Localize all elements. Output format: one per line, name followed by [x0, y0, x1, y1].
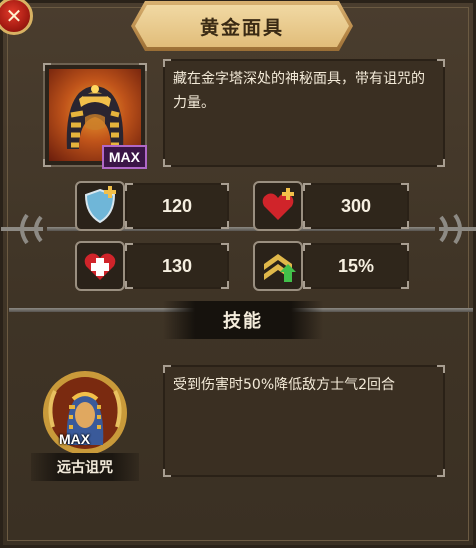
skill-name: 远古诅咒 [57, 460, 113, 476]
right-rod-hook [435, 209, 476, 249]
close-button[interactable]: ✕ [0, 0, 33, 35]
item-detail-window: 黄金面具 ✕ MAX 藏在金字塔深处的神秘面具，带有诅咒的力量。 120 300… [0, 0, 476, 548]
stat-health-value: 300 [340, 195, 372, 216]
stat-health-box: 300 [303, 183, 409, 229]
stat-morale-box: 15% [303, 243, 409, 289]
skill-name-plate: 远古诅咒 [31, 453, 139, 481]
item-max-badge: MAX [101, 145, 147, 169]
stat-heal-value: 130 [161, 255, 193, 276]
item-description-panel: 藏在金字塔深处的神秘面具，带有诅咒的力量。 [163, 59, 445, 167]
item-description: 藏在金字塔深处的神秘面具，带有诅咒的力量。 [173, 71, 425, 111]
close-icon: ✕ [5, 4, 23, 28]
title-banner: 黄金面具 [131, 1, 353, 51]
stat-defense-value: 120 [161, 195, 193, 216]
item-title: 黄金面具 [199, 16, 284, 39]
skill-header-label: 技能 [223, 311, 263, 332]
stat-heal-box: 130 [125, 243, 229, 289]
skill-description-panel: 受到伤害时50%降低敌方士气2回合 [163, 365, 445, 477]
stat-defense-box: 120 [125, 183, 229, 229]
skill-header: 技能 [163, 301, 323, 339]
item-icon-frame: MAX [43, 63, 147, 169]
skill-description: 受到伤害时50%降低敌方士气2回合 [173, 377, 396, 393]
stat-morale-value: 15% [337, 255, 375, 276]
shield-plus-icon [75, 181, 125, 231]
heal-cross-icon [75, 241, 125, 291]
skill-max-badge: MAX [59, 431, 91, 447]
heart-plus-icon [253, 181, 303, 231]
rank-up-icon [253, 241, 303, 291]
left-rod-hook [0, 209, 47, 249]
